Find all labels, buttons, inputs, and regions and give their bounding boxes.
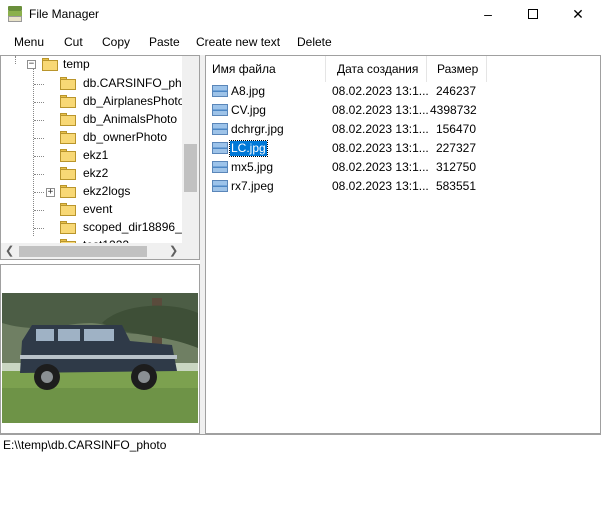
file-date: 08.02.2023 13:1... bbox=[332, 84, 429, 98]
folder-tree[interactable]: − temp db.CARSINFO_pho db_AirplanesPhoto… bbox=[0, 55, 200, 260]
file-date: 08.02.2023 13:1... bbox=[332, 141, 429, 155]
folder-icon bbox=[60, 167, 76, 180]
menu-item-menu[interactable]: Menu bbox=[14, 35, 44, 49]
file-name: A8.jpg bbox=[231, 84, 266, 98]
image-file-icon bbox=[212, 142, 228, 154]
minimize-button[interactable]: – bbox=[465, 0, 511, 30]
close-button[interactable]: ✕ bbox=[555, 0, 601, 30]
file-row[interactable]: rx7.jpeg 08.02.2023 13:1... 583551 bbox=[206, 177, 600, 196]
folder-icon bbox=[60, 77, 76, 90]
tree-guide-line bbox=[15, 56, 16, 64]
folder-icon bbox=[60, 149, 76, 162]
file-list[interactable]: Имя файла Дата создания Размер A8.jpg 08… bbox=[205, 55, 601, 434]
file-date: 08.02.2023 13:1... bbox=[332, 103, 429, 117]
file-date: 08.02.2023 13:1... bbox=[332, 122, 429, 136]
file-size: 312750 bbox=[435, 160, 476, 174]
file-row[interactable]: mx5.jpg 08.02.2023 13:1... 312750 bbox=[206, 158, 600, 177]
scrollbar-corner bbox=[182, 243, 199, 259]
folder-icon bbox=[60, 185, 76, 198]
scrollbar-thumb[interactable] bbox=[19, 246, 147, 257]
file-name: dchrgr.jpg bbox=[231, 122, 284, 136]
image-file-icon bbox=[212, 104, 228, 116]
menu-item-cut[interactable]: Cut bbox=[64, 35, 83, 49]
file-name: LC.jpg bbox=[229, 140, 268, 157]
file-name: rx7.jpeg bbox=[231, 179, 274, 193]
column-header-size[interactable]: Размер bbox=[427, 56, 487, 82]
menu-item-copy[interactable]: Copy bbox=[102, 35, 130, 49]
folder-icon bbox=[60, 95, 76, 108]
menu-item-paste[interactable]: Paste bbox=[149, 35, 180, 49]
folder-icon bbox=[60, 113, 76, 126]
folder-icon bbox=[60, 131, 76, 144]
image-file-icon bbox=[212, 161, 228, 173]
file-row[interactable]: dchrgr.jpg 08.02.2023 13:1... 156470 bbox=[206, 120, 600, 139]
scrollbar-thumb[interactable] bbox=[184, 144, 197, 192]
file-name: CV.jpg bbox=[231, 103, 266, 117]
preview-image bbox=[2, 293, 198, 423]
image-file-icon bbox=[212, 123, 228, 135]
column-header-name[interactable]: Имя файла bbox=[206, 56, 326, 82]
file-name: mx5.jpg bbox=[231, 160, 274, 174]
file-date: 08.02.2023 13:1... bbox=[332, 160, 429, 174]
image-file-icon bbox=[212, 180, 228, 192]
image-file-icon bbox=[212, 85, 228, 97]
file-size: 583551 bbox=[435, 179, 476, 193]
file-size: 227327 bbox=[435, 141, 476, 155]
maximize-button[interactable] bbox=[510, 0, 556, 30]
collapse-icon[interactable]: − bbox=[27, 60, 36, 69]
menu-item-delete[interactable]: Delete bbox=[297, 35, 332, 49]
file-row-selected[interactable]: LC.jpg 08.02.2023 13:1... 227327 bbox=[206, 139, 600, 158]
file-manager-window: File Manager – ✕ Menu Cut Copy Paste Cre… bbox=[0, 0, 601, 529]
app-icon bbox=[8, 6, 22, 22]
image-preview-panel bbox=[0, 264, 200, 434]
window-title: File Manager bbox=[29, 7, 100, 21]
status-bar: E:\\temp\db.CARSINFO_photo bbox=[0, 434, 601, 452]
tree-vertical-scrollbar[interactable] bbox=[182, 56, 199, 243]
scroll-right-icon[interactable]: ❯ bbox=[169, 244, 178, 257]
menu-bar: Menu Cut Copy Paste Create new text Dele… bbox=[0, 31, 601, 53]
file-date: 08.02.2023 13:1... bbox=[332, 179, 429, 193]
scroll-left-icon[interactable]: ❮ bbox=[5, 244, 14, 257]
folder-open-icon bbox=[42, 58, 58, 71]
current-path: E:\\temp\db.CARSINFO_photo bbox=[3, 438, 167, 452]
file-size: 4398732 bbox=[430, 103, 477, 117]
expand-icon[interactable]: + bbox=[46, 188, 55, 197]
file-row[interactable]: A8.jpg 08.02.2023 13:1... 246237 bbox=[206, 82, 600, 101]
title-bar: File Manager – ✕ bbox=[0, 0, 601, 30]
close-icon: ✕ bbox=[572, 6, 584, 22]
maximize-icon bbox=[528, 9, 538, 19]
folder-icon bbox=[60, 203, 76, 216]
folder-icon bbox=[60, 221, 76, 234]
file-size: 246237 bbox=[435, 84, 476, 98]
column-header-date[interactable]: Дата создания bbox=[326, 56, 427, 82]
file-row[interactable]: CV.jpg 08.02.2023 13:1... 4398732 bbox=[206, 101, 600, 120]
minimize-icon: – bbox=[484, 6, 492, 22]
tree-horizontal-scrollbar[interactable]: ❮ ❯ bbox=[1, 243, 182, 259]
file-size: 156470 bbox=[435, 122, 476, 136]
menu-item-create-new-text[interactable]: Create new text bbox=[196, 35, 280, 49]
